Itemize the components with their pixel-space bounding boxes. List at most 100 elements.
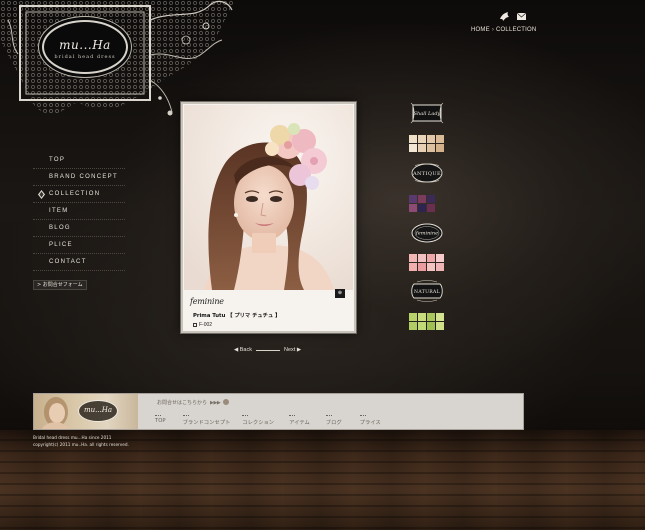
menu-item-brand-concept[interactable]: BRAND CONCEPT <box>33 169 125 186</box>
swatch <box>418 322 426 330</box>
code-square-icon <box>193 322 197 327</box>
collection-logo-antique[interactable]: ANTIQUE <box>409 162 445 184</box>
swatch <box>436 135 444 143</box>
footer-nav: TOP ブランドコンセプト コレクション アイテム ブログ プライス <box>155 415 381 426</box>
breadcrumb-home[interactable]: HOME <box>471 27 490 33</box>
swatches-shall-lady[interactable] <box>409 135 444 152</box>
footer-banner-image[interactable]: mu...Ha <box>34 394 138 429</box>
logo-oval: mu...Ha <box>42 20 128 74</box>
swatches-natural[interactable] <box>409 313 444 330</box>
breadcrumb: HOME › COLLECTION <box>471 27 536 33</box>
product-code: F-002 <box>199 322 213 328</box>
next-link[interactable]: Next ▶ <box>284 347 301 353</box>
swatch <box>418 263 426 271</box>
menu-item-plice[interactable]: PLICE <box>33 237 125 254</box>
swatch <box>409 322 417 330</box>
breadcrumb-separator: › <box>491 27 495 33</box>
swatch <box>409 204 417 212</box>
footer-contact-text: お問合せはこちらから <box>157 400 208 406</box>
footer-contact-link[interactable]: お問合せはこちらから ▶ ▶ ▶ <box>157 399 229 406</box>
product-photo[interactable] <box>184 105 353 290</box>
collection-logo-natural[interactable]: NATURAL <box>409 280 445 302</box>
swatches-antique[interactable] <box>409 195 435 212</box>
menu-item-label: TOP <box>49 157 66 163</box>
footer-link-item[interactable]: アイテム <box>289 415 310 426</box>
swatch <box>436 313 444 321</box>
swatch <box>418 144 426 152</box>
main-menu: TOP BRAND CONCEPT COLLECTION ITEM BLOG P… <box>33 152 125 271</box>
product-brand: feminine <box>190 297 224 306</box>
back-link[interactable]: ◀ Back <box>234 347 252 353</box>
product-card: feminine Prima Tutu 【 プリマ チュチュ 】 F-002 <box>181 102 356 333</box>
menu-item-contact[interactable]: CONTACT <box>33 254 125 271</box>
model-with-flower-headdress-image <box>184 105 353 290</box>
swatch <box>409 144 417 152</box>
swatch <box>436 254 444 262</box>
logo-subtitle: bridal head dress <box>54 54 116 60</box>
menu-item-label: BLOG <box>49 225 71 231</box>
swatch <box>436 322 444 330</box>
pager: ◀ Back Next ▶ <box>234 347 301 353</box>
contact-form-button[interactable]: > お問合せフォーム <box>33 280 87 290</box>
swatch <box>409 195 417 203</box>
active-diamond-icon <box>38 190 45 199</box>
bird-icon[interactable] <box>499 11 510 22</box>
collection-logo-feminine[interactable]: feminine <box>409 222 445 244</box>
footer-link-top[interactable]: TOP <box>155 415 166 426</box>
footer-logo-text: mu...Ha <box>83 406 113 414</box>
collection-logo-shall-lady[interactable]: Shall Lady <box>409 102 445 124</box>
footer-bar: mu...Ha お問合せはこちらから ▶ ▶ ▶ TOP ブランドコンセプト コレ… <box>33 393 524 430</box>
swatch <box>409 313 417 321</box>
zoom-icon[interactable]: ⊕ <box>335 289 345 298</box>
collection-name: ANTIQUE <box>412 171 441 177</box>
swatch <box>409 263 417 271</box>
swatch <box>427 204 435 212</box>
menu-item-label: ITEM <box>49 208 69 214</box>
footer-link-price[interactable]: プライス <box>359 415 381 426</box>
menu-item-top[interactable]: TOP <box>33 152 125 169</box>
swatch <box>418 135 426 143</box>
swatch <box>418 254 426 262</box>
menu-item-blog[interactable]: BLOG <box>33 220 125 237</box>
swatch <box>409 254 417 262</box>
product-name: Prima Tutu 【 プリマ チュチュ 】 <box>193 313 281 319</box>
swatch <box>427 322 435 330</box>
swatch <box>436 263 444 271</box>
swatch <box>427 263 435 271</box>
menu-item-label: CONTACT <box>49 259 87 265</box>
swatches-feminine[interactable] <box>409 254 444 271</box>
pager-divider <box>256 349 280 351</box>
menu-item-collection[interactable]: COLLECTION <box>33 186 125 203</box>
swatch <box>427 135 435 143</box>
breadcrumb-collection[interactable]: COLLECTION <box>496 27 536 33</box>
collection-name: feminine <box>415 231 438 237</box>
swatch <box>436 144 444 152</box>
swatch <box>427 313 435 321</box>
copyright-line-1: Bridal head dress mu...Ha since 2011 <box>33 435 112 440</box>
copyright-line-2: copyright(c) 2011 mu..Ha. all rights res… <box>33 442 129 447</box>
swatch <box>427 254 435 262</box>
collection-name: NATURAL <box>414 289 440 295</box>
footer-link-collection[interactable]: コレクション <box>242 415 274 426</box>
swatch <box>418 313 426 321</box>
header-icons <box>499 11 527 22</box>
footer-link-blog[interactable]: ブログ <box>325 415 342 426</box>
menu-item-label: COLLECTION <box>49 191 101 197</box>
menu-item-label: BRAND CONCEPT <box>49 174 118 180</box>
menu-item-label: PLICE <box>49 242 73 248</box>
mail-icon[interactable] <box>516 11 527 22</box>
product-code-row: F-002 <box>193 322 212 328</box>
copyright: Bridal head dress mu...Ha since 2011 cop… <box>33 434 129 448</box>
collection-name: Shall Lady <box>414 111 441 117</box>
footer-link-brand-concept[interactable]: ブランドコンセプト <box>182 415 230 426</box>
swatch <box>418 195 426 203</box>
footer-contact-dot-icon <box>222 399 229 405</box>
swatch <box>427 144 435 152</box>
swatch <box>427 195 435 203</box>
footer-contact-arrows: ▶ ▶ ▶ <box>210 400 221 406</box>
swatch <box>409 135 417 143</box>
menu-item-item[interactable]: ITEM <box>33 203 125 220</box>
logo-text: mu...Ha <box>59 38 111 52</box>
footer-logo-oval: mu...Ha <box>78 400 118 422</box>
swatch <box>418 204 426 212</box>
